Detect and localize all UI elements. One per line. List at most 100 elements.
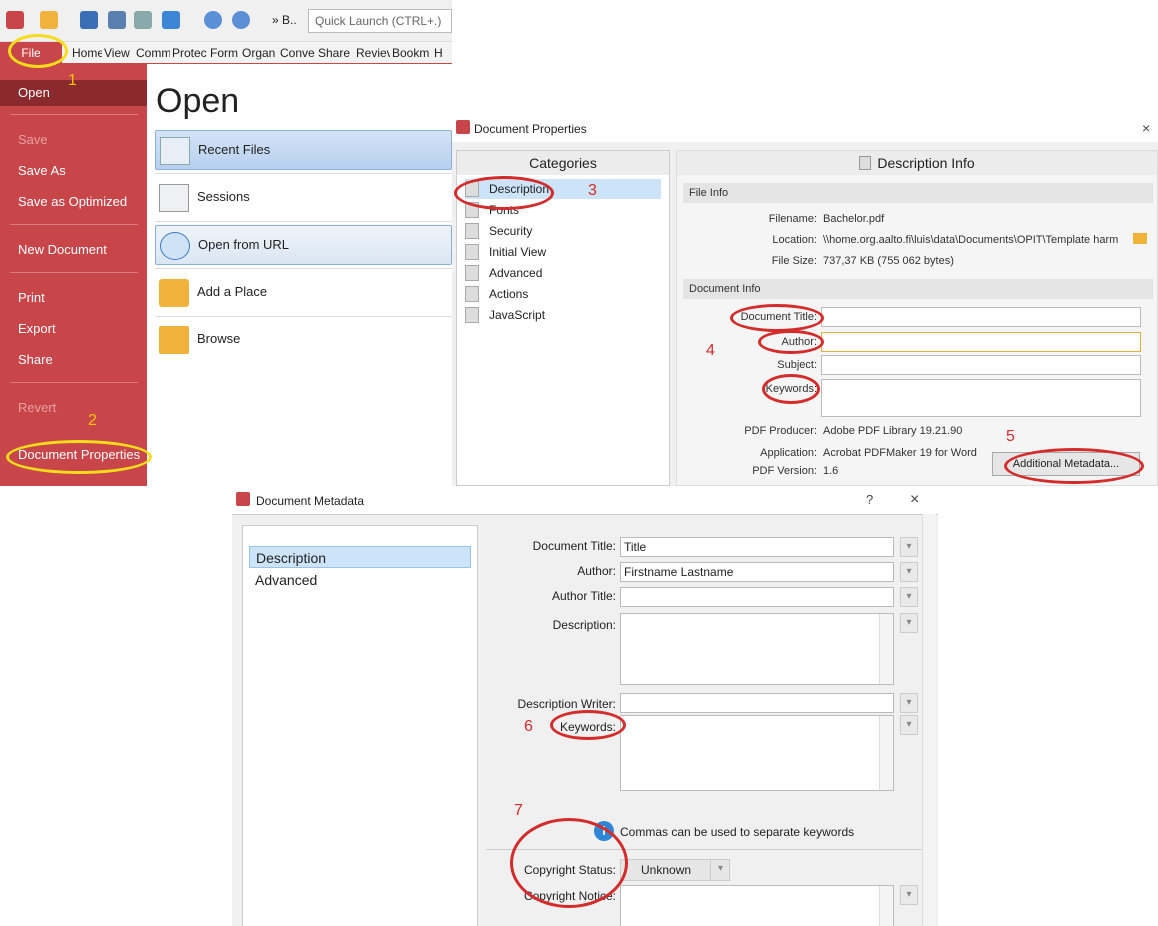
help-icon[interactable]: ?: [866, 492, 873, 507]
customize-more[interactable]: » B..: [272, 13, 297, 27]
category-advanced[interactable]: Advanced: [465, 263, 542, 283]
tab-bookmark[interactable]: Bookm: [392, 42, 432, 64]
tab-protect[interactable]: Protec: [172, 42, 208, 64]
keywords-field[interactable]: [821, 379, 1141, 417]
dialog-titlebar: Document Properties ×: [452, 114, 1158, 142]
tab-convert[interactable]: Conve: [280, 42, 316, 64]
category-description[interactable]: Description: [465, 179, 661, 199]
category-label: Advanced: [489, 266, 543, 280]
folder-icon: [159, 326, 189, 354]
menu-document-properties[interactable]: Document Properties: [0, 442, 147, 468]
keywords-field[interactable]: [620, 715, 894, 791]
scrollbar[interactable]: [879, 886, 893, 926]
dialog-titlebar: Document Metadata ? ×: [232, 486, 938, 514]
chevron-down-icon[interactable]: ▾: [900, 587, 918, 607]
section-divider: [486, 849, 922, 850]
pdf-version-label: PDF Version:: [752, 465, 817, 477]
undo-icon[interactable]: [204, 11, 222, 29]
category-label: JavaScript: [489, 308, 546, 322]
menu-export[interactable]: Export: [0, 316, 147, 342]
keywords-label: Keywords:: [765, 383, 817, 395]
initial-view-icon: [465, 244, 479, 260]
cloud-icon[interactable]: [162, 11, 180, 29]
open-recent-files[interactable]: Recent Files: [155, 130, 452, 170]
tab-comment[interactable]: Comm: [136, 42, 170, 64]
category-fonts[interactable]: Fonts: [465, 200, 519, 220]
open-browse[interactable]: Browse: [155, 320, 452, 360]
chevron-down-icon[interactable]: ▾: [900, 562, 918, 582]
menu-save-optimized[interactable]: Save as Optimized: [0, 189, 147, 215]
chevron-down-icon[interactable]: ▾: [900, 885, 918, 905]
menu-new-document[interactable]: New Document: [0, 237, 147, 263]
author-field[interactable]: Firstname Lastname: [620, 562, 894, 582]
category-security[interactable]: Security: [465, 221, 532, 241]
tab-help[interactable]: H: [434, 42, 448, 64]
menu-divider: [10, 114, 138, 115]
open-sessions[interactable]: Sessions: [155, 178, 452, 218]
open-from-url[interactable]: Open from URL: [155, 225, 452, 265]
subject-field[interactable]: [821, 355, 1141, 375]
description-writer-field[interactable]: [620, 693, 894, 713]
open-item-label: Recent Files: [198, 142, 271, 157]
quick-access-toolbar: » B.. Quick Launch (CTRL+.): [0, 0, 452, 42]
info-icon: i: [594, 821, 614, 841]
menu-share[interactable]: Share: [0, 347, 147, 373]
dialog-title: Document Metadata: [256, 494, 365, 508]
annotation-number-3: 3: [588, 182, 597, 199]
doc-title-field[interactable]: Title: [620, 537, 894, 557]
chevron-down-icon[interactable]: ▾: [900, 693, 918, 713]
author-title-field[interactable]: [620, 587, 894, 607]
tab-file[interactable]: File: [0, 42, 62, 64]
category-label: Description: [489, 182, 550, 196]
metadata-body: Description Advanced Document Title: Tit…: [232, 514, 938, 926]
menu-divider: [10, 224, 138, 225]
application-value: Acrobat PDFMaker 19 for Word: [823, 447, 977, 459]
doc-title-field[interactable]: [821, 307, 1141, 327]
category-advanced[interactable]: Advanced: [249, 569, 471, 591]
redo-icon[interactable]: [232, 11, 250, 29]
close-icon[interactable]: ×: [910, 491, 919, 509]
open-item-label: Open from URL: [198, 237, 290, 252]
chevron-down-icon[interactable]: ▾: [710, 859, 730, 881]
tab-form[interactable]: Form: [210, 42, 240, 64]
open-folder-icon[interactable]: [40, 11, 58, 29]
category-actions[interactable]: Actions: [465, 284, 528, 304]
tab-view[interactable]: View: [104, 42, 134, 64]
folder-icon[interactable]: [1133, 233, 1147, 244]
author-field[interactable]: [821, 332, 1141, 352]
tab-organize[interactable]: Organ: [242, 42, 278, 64]
location-label: Location:: [772, 234, 817, 246]
quick-launch-input[interactable]: Quick Launch (CTRL+.): [308, 9, 452, 33]
open-add-place[interactable]: Add a Place: [155, 273, 452, 313]
category-javascript[interactable]: JavaScript: [465, 305, 545, 325]
file-menu-sidebar: Open Save Save As Save as Optimized New …: [0, 64, 147, 486]
document-metadata-dialog: Document Metadata ? × Description Advanc…: [232, 486, 938, 926]
additional-metadata-button[interactable]: Additional Metadata...: [992, 452, 1140, 476]
advanced-icon: [465, 265, 479, 281]
tab-share[interactable]: Share: [318, 42, 354, 64]
copyright-notice-field[interactable]: [620, 885, 894, 926]
email-icon[interactable]: [134, 11, 152, 29]
save-icon[interactable]: [80, 11, 98, 29]
category-label: Security: [489, 224, 533, 238]
menu-save: Save: [18, 132, 48, 147]
close-icon[interactable]: ×: [1142, 120, 1150, 136]
description-field[interactable]: [620, 613, 894, 685]
category-initial-view[interactable]: Initial View: [465, 242, 546, 262]
chevron-down-icon[interactable]: ▾: [900, 715, 918, 735]
menu-print[interactable]: Print: [0, 285, 147, 311]
dialog-scrollbar[interactable]: [922, 514, 936, 926]
pdf-version-value: 1.6: [823, 465, 839, 477]
tab-review[interactable]: Reviev: [356, 42, 390, 64]
chevron-down-icon[interactable]: ▾: [900, 613, 918, 633]
category-description[interactable]: Description: [249, 546, 471, 568]
annotation-number-5: 5: [1006, 428, 1015, 445]
scrollbar[interactable]: [879, 614, 893, 684]
open-item-label: Add a Place: [197, 284, 268, 299]
menu-save-as[interactable]: Save As: [0, 158, 147, 184]
scrollbar[interactable]: [879, 716, 893, 790]
print-icon[interactable]: [108, 11, 126, 29]
tab-home[interactable]: Home: [72, 42, 102, 64]
document-info-section: Document Info: [683, 279, 1153, 299]
chevron-down-icon[interactable]: ▾: [900, 537, 918, 557]
